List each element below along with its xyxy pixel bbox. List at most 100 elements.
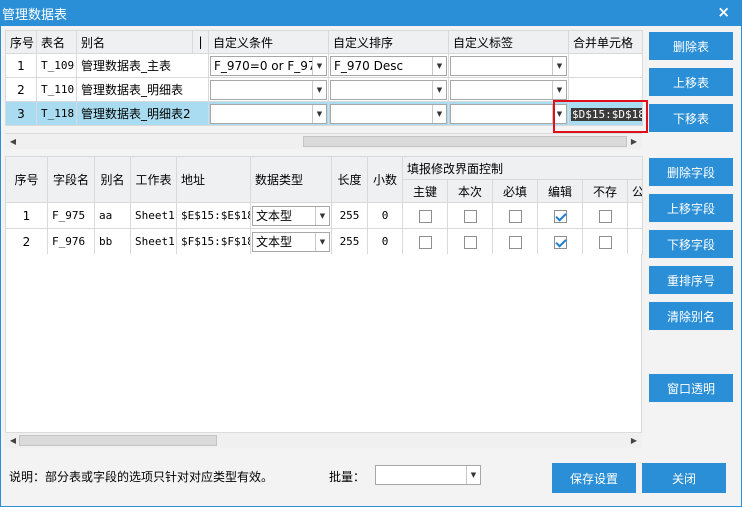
sort-combo[interactable]: ▼ — [330, 79, 447, 100]
chevron-down-icon[interactable]: ▼ — [315, 232, 329, 251]
row-num: 2 — [5, 77, 37, 102]
cond-combo[interactable]: ▼ — [210, 103, 327, 124]
dialog-body: 序号 表名 别名 | 自定义条件 自定义排序 自定义标签 合并单元格 1 T_1… — [0, 26, 742, 507]
move-up-field-button[interactable]: 上移字段 — [649, 194, 733, 222]
chevron-down-icon[interactable]: ▼ — [432, 104, 446, 123]
col-header-nosave: 不存 — [582, 179, 628, 203]
field-list-scrollbar[interactable]: ◀ ▶ — [5, 432, 642, 448]
merge-cell[interactable] — [568, 53, 643, 78]
chevron-down-icon[interactable]: ▼ — [466, 466, 480, 484]
col-header-edit: 编辑 — [537, 179, 583, 203]
field-list-header: 序号 字段名 别名 工作表 地址 数据类型 长度 小数 填报修改界面控制 — [5, 156, 644, 203]
field-len[interactable]: 255 — [331, 202, 368, 229]
window-transparent-button[interactable]: 窗口透明 — [649, 374, 733, 402]
close-icon[interactable]: × — [717, 3, 730, 21]
field-addr: $E$15:$E$18 — [176, 202, 251, 229]
col-header-alias: 别名 — [94, 156, 131, 203]
col-header-dec: 小数 — [367, 156, 403, 203]
label-combo[interactable]: ▼ — [450, 55, 567, 76]
field-num: 1 — [5, 202, 48, 229]
scroll-left-icon[interactable]: ◀ — [5, 134, 21, 149]
field-name: F_976 — [47, 228, 95, 255]
table-row[interactable]: 1 T_109 管理数据表_主表 F_970=0 or F_97 ▼ F_970 … — [5, 53, 643, 78]
col-header-num: 序号 — [5, 156, 48, 203]
field-dec[interactable]: 0 — [367, 228, 403, 255]
type-combo[interactable]: 文本型 ▼ — [252, 231, 330, 252]
scroll-right-icon[interactable]: ▶ — [626, 433, 642, 448]
chevron-down-icon[interactable]: ▼ — [552, 80, 566, 99]
col-header-merge: 合并单元格 — [568, 30, 643, 54]
nosave-checkbox[interactable] — [598, 235, 612, 249]
field-dec[interactable]: 0 — [367, 202, 403, 229]
cond-combo[interactable]: ▼ — [210, 79, 327, 100]
field-row[interactable]: 2 F_976 bb Sheet1 $F$15:$F$18 文本型 ▼ 255 0 — [5, 228, 644, 255]
move-up-table-button[interactable]: 上移表 — [649, 68, 733, 96]
move-down-field-button[interactable]: 下移字段 — [649, 230, 733, 258]
pk-checkbox[interactable] — [418, 235, 432, 249]
table-list-header: 序号 表名 别名 | 自定义条件 自定义排序 自定义标签 合并单元格 — [5, 30, 643, 54]
col-header-addr: 地址 — [176, 156, 251, 203]
this-checkbox[interactable] — [463, 209, 477, 223]
row-num: 1 — [5, 53, 37, 78]
table-list-scrollbar[interactable]: ◀ ▶ — [5, 133, 642, 149]
row-alias[interactable]: 管理数据表_明细表 — [76, 77, 209, 102]
label-combo[interactable]: ▼ — [450, 79, 567, 100]
field-alias[interactable]: aa — [94, 202, 131, 229]
chevron-down-icon[interactable]: ▼ — [312, 80, 326, 99]
field-sheet: Sheet1 — [130, 202, 177, 229]
close-button[interactable]: 关闭 — [642, 463, 726, 493]
chevron-down-icon[interactable]: ▼ — [432, 80, 446, 99]
chevron-down-icon[interactable]: ▼ — [312, 104, 326, 123]
delete-table-button[interactable]: 删除表 — [649, 32, 733, 60]
save-settings-button[interactable]: 保存设置 — [552, 463, 636, 493]
row-alias[interactable]: 管理数据表_明细表2 — [76, 101, 209, 126]
scroll-thumb[interactable] — [303, 136, 627, 147]
col-header-type: 数据类型 — [250, 156, 332, 203]
clear-alias-button[interactable]: 清除别名 — [649, 302, 733, 330]
col-header-sort: 自定义排序 — [328, 30, 449, 54]
col-header-hidden: | — [192, 30, 209, 54]
batch-label: 批量： — [329, 470, 366, 484]
move-down-table-button[interactable]: 下移表 — [649, 104, 733, 132]
col-header-public: 公 — [626, 179, 644, 203]
chevron-down-icon[interactable]: ▼ — [315, 206, 329, 225]
table-row-selected[interactable]: 3 T_118 管理数据表_明细表2 ▼ ▼ ▼ $D$15:$D$18 — [5, 101, 643, 126]
delete-field-button[interactable]: 删除字段 — [649, 158, 733, 186]
col-header-pk: 主键 — [402, 179, 448, 203]
window-title: 管理数据表 — [2, 8, 68, 23]
required-checkbox[interactable] — [508, 209, 522, 223]
table-row[interactable]: 2 T_110 管理数据表_明细表 ▼ ▼ ▼ — [5, 77, 643, 102]
highlight-box — [553, 100, 648, 133]
row-alias[interactable]: 管理数据表_主表 — [76, 53, 209, 78]
renumber-button[interactable]: 重排序号 — [649, 266, 733, 294]
sort-combo[interactable]: F_970 Desc ▼ — [330, 55, 447, 76]
col-header-required: 必填 — [492, 179, 538, 203]
col-header-sheet: 工作表 — [130, 156, 177, 203]
merge-cell[interactable] — [568, 77, 643, 102]
sort-combo[interactable]: ▼ — [330, 103, 447, 124]
nosave-checkbox[interactable] — [598, 209, 612, 223]
chevron-down-icon[interactable]: ▼ — [432, 56, 446, 75]
edit-checkbox[interactable] — [553, 209, 567, 223]
col-header-this: 本次 — [447, 179, 493, 203]
field-alias[interactable]: bb — [94, 228, 131, 255]
required-checkbox[interactable] — [508, 235, 522, 249]
scroll-thumb[interactable] — [19, 435, 217, 446]
edit-checkbox[interactable] — [553, 235, 567, 249]
field-row[interactable]: 1 F_975 aa Sheet1 $E$15:$E$18 文本型 ▼ 255 0 — [5, 202, 644, 229]
footer-note: 说明：部分表或字段的选项只针对对应类型有效。 — [9, 470, 274, 484]
pk-checkbox[interactable] — [418, 209, 432, 223]
col-header-label: 自定义标签 — [448, 30, 569, 54]
label-combo[interactable]: ▼ — [450, 103, 567, 124]
chevron-down-icon[interactable]: ▼ — [552, 56, 566, 75]
row-name: T_109 — [36, 53, 77, 78]
cond-combo[interactable]: F_970=0 or F_97 ▼ — [210, 55, 327, 76]
scroll-right-icon[interactable]: ▶ — [626, 134, 642, 149]
row-name: T_110 — [36, 77, 77, 102]
chevron-down-icon[interactable]: ▼ — [312, 56, 326, 75]
this-checkbox[interactable] — [463, 235, 477, 249]
batch-combo[interactable]: ▼ — [375, 465, 481, 485]
type-combo[interactable]: 文本型 ▼ — [252, 205, 330, 226]
field-len[interactable]: 255 — [331, 228, 368, 255]
row-num: 3 — [5, 101, 37, 126]
